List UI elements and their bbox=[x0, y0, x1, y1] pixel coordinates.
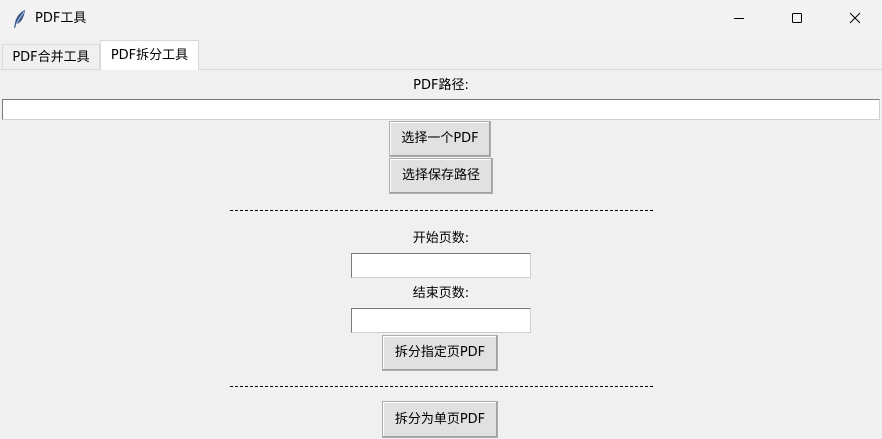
pdf-path-label: PDF路径: bbox=[413, 78, 469, 93]
tab-pdf-split[interactable]: PDF拆分工具 bbox=[100, 40, 199, 70]
separator-1-text: ----------------------------------------… bbox=[230, 206, 653, 214]
tab-pdf-merge[interactable]: PDF合并工具 bbox=[2, 44, 100, 70]
title-bar[interactable]: PDF工具 bbox=[0, 0, 882, 40]
window-title: PDF工具 bbox=[35, 11, 87, 26]
maximize-icon bbox=[791, 12, 803, 28]
app-window: PDF工具 PDF合并工具 PDF拆分工具 PDF路径: 选择一个PDF 选择保… bbox=[0, 0, 882, 439]
close-icon bbox=[849, 12, 861, 28]
split-single-button[interactable]: 拆分为单页PDF bbox=[382, 401, 498, 438]
maximize-button[interactable] bbox=[768, 0, 826, 40]
choose-pdf-button[interactable]: 选择一个PDF bbox=[389, 121, 491, 157]
separator-2-text: ----------------------------------------… bbox=[230, 382, 653, 390]
end-page-label: 结束页数: bbox=[412, 286, 470, 301]
split-range-button[interactable]: 拆分指定页PDF bbox=[382, 335, 498, 371]
end-page-input[interactable] bbox=[351, 308, 531, 333]
minimize-icon bbox=[733, 12, 745, 28]
choose-save-path-button[interactable]: 选择保存路径 bbox=[389, 158, 493, 194]
feather-icon bbox=[12, 9, 28, 29]
minimize-button[interactable] bbox=[710, 0, 768, 40]
close-button[interactable] bbox=[826, 0, 882, 40]
pdf-path-input[interactable] bbox=[2, 99, 880, 120]
start-page-input[interactable] bbox=[351, 253, 531, 278]
start-page-label: 开始页数: bbox=[412, 231, 470, 246]
